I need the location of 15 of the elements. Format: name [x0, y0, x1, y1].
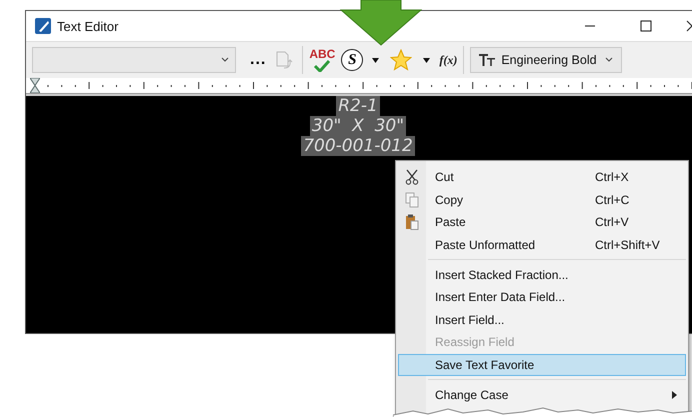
window-title: Text Editor: [57, 18, 118, 34]
menu-item[interactable]: Change Case: [398, 383, 686, 406]
menu-item[interactable]: Insert Stacked Fraction...: [398, 263, 686, 286]
menu-item[interactable]: Cut Ctrl+X: [398, 166, 686, 189]
field-button[interactable]: f(x): [439, 52, 458, 68]
menu-item[interactable]: Paste Ctrl+V: [398, 211, 686, 234]
menu-item[interactable]: Save Text Favorite: [398, 354, 686, 376]
menu-item[interactable]: Copy Ctrl+C: [398, 188, 686, 212]
spell-check-button[interactable]: ABC: [309, 48, 336, 72]
more-button[interactable]: ...: [250, 51, 266, 69]
font-dropdown[interactable]: Engineering Bold: [470, 47, 622, 73]
menu-item[interactable]: Insert Enter Data Field...: [398, 286, 686, 309]
menu-item[interactable]: Paste Unformatted Ctrl+Shift+V: [398, 234, 686, 256]
symbol-button[interactable]: S: [341, 49, 364, 71]
menu-item[interactable]: Insert Field...: [398, 308, 686, 332]
